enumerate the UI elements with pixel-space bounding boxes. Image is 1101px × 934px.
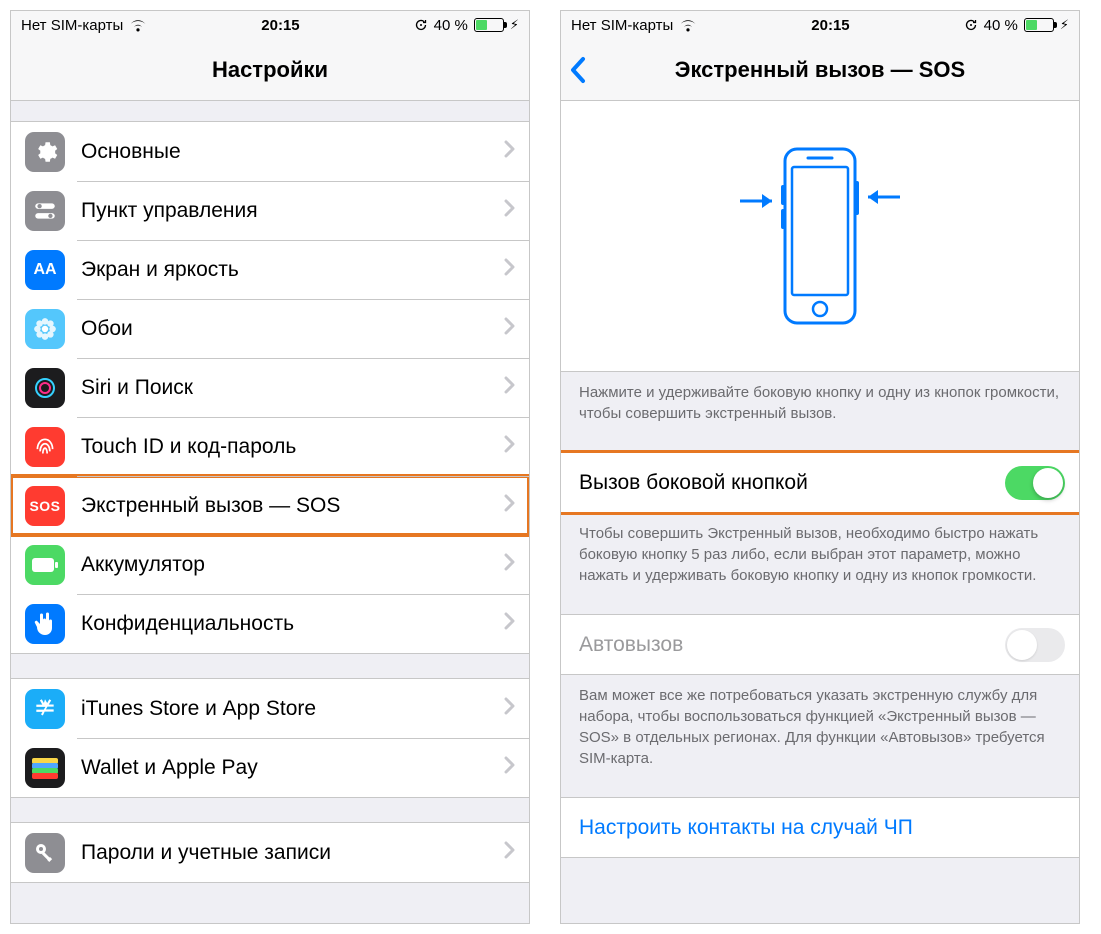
charging-icon: ⚡︎ bbox=[1060, 17, 1069, 33]
chevron-right-icon bbox=[503, 138, 515, 166]
settings-row-control-center[interactable]: Пункт управления bbox=[11, 181, 529, 240]
row-label: Аккумулятор bbox=[81, 553, 495, 577]
chevron-right-icon bbox=[503, 610, 515, 638]
chevron-right-icon bbox=[503, 754, 515, 782]
sos-icon: SOS bbox=[25, 486, 65, 526]
orientation-lock-icon bbox=[414, 18, 428, 32]
settings-row-wallpaper[interactable]: Обои bbox=[11, 299, 529, 358]
settings-row-touchid[interactable]: Touch ID и код-пароль bbox=[11, 417, 529, 476]
sos-screen: Нет SIM-карты 20:15 40 % ⚡︎ Экстренный в… bbox=[560, 10, 1080, 924]
link-label: Настроить контакты на случай ЧП bbox=[579, 816, 1065, 840]
auto-call-group: Автовызов bbox=[561, 614, 1079, 675]
privacy-icon bbox=[25, 604, 65, 644]
chevron-right-icon bbox=[503, 315, 515, 343]
row-label: Обои bbox=[81, 317, 495, 341]
side-button-call-row: Вызов боковой кнопкой bbox=[561, 452, 1079, 513]
settings-row-siri[interactable]: Siri и Поиск bbox=[11, 358, 529, 417]
sos-illustration bbox=[561, 101, 1079, 372]
wifi-icon bbox=[129, 19, 147, 32]
row-label: Siri и Поиск bbox=[81, 376, 495, 400]
status-bar: Нет SIM-карты 20:15 40 % ⚡︎ bbox=[561, 11, 1079, 39]
chevron-right-icon bbox=[503, 433, 515, 461]
settings-row-privacy[interactable]: Конфиденциальность bbox=[11, 594, 529, 653]
chevron-right-icon bbox=[503, 492, 515, 520]
row-label: Touch ID и код-пароль bbox=[81, 435, 495, 459]
settings-row-itunes[interactable]: iTunes Store и App Store bbox=[11, 679, 529, 738]
instruction-text-1: Нажмите и удерживайте боковую кнопку и о… bbox=[561, 372, 1079, 428]
chevron-right-icon bbox=[503, 695, 515, 723]
auto-call-toggle-row[interactable]: Автовызов bbox=[561, 615, 1079, 674]
battery-icon bbox=[1024, 18, 1054, 32]
auto-call-toggle[interactable] bbox=[1005, 628, 1065, 662]
wallet-icon bbox=[25, 748, 65, 788]
charging-icon: ⚡︎ bbox=[510, 17, 519, 33]
row-label: Конфиденциальность bbox=[81, 612, 495, 636]
settings-row-display[interactable]: AA Экран и яркость bbox=[11, 240, 529, 299]
row-label: Экстренный вызов — SOS bbox=[81, 494, 495, 518]
row-label: iTunes Store и App Store bbox=[81, 697, 495, 721]
siri-icon bbox=[25, 368, 65, 408]
row-label: Пароли и учетные записи bbox=[81, 841, 495, 865]
settings-row-wallet[interactable]: Wallet и Apple Pay bbox=[11, 738, 529, 797]
toggle-label: Автовызов bbox=[579, 633, 1005, 657]
settings-row-battery[interactable]: Аккумулятор bbox=[11, 535, 529, 594]
side-button-call-toggle[interactable] bbox=[1005, 466, 1065, 500]
instruction-text-3: Вам может все же потребоваться указать э… bbox=[561, 675, 1079, 773]
status-bar: Нет SIM-карты 20:15 40 % ⚡︎ bbox=[11, 11, 529, 39]
settings-row-passwords[interactable]: Пароли и учетные записи bbox=[11, 823, 529, 882]
settings-screen: Нет SIM-карты 20:15 40 % ⚡︎ Настройки Ос… bbox=[10, 10, 530, 924]
passwords-icon bbox=[25, 833, 65, 873]
chevron-right-icon bbox=[503, 256, 515, 284]
wallpaper-icon bbox=[25, 309, 65, 349]
battery-icon bbox=[25, 545, 65, 585]
battery-percent: 40 % bbox=[984, 17, 1018, 34]
settings-row-general[interactable]: Основные bbox=[11, 122, 529, 181]
status-time: 20:15 bbox=[811, 17, 849, 34]
carrier-text: Нет SIM-карты bbox=[21, 17, 123, 34]
side-button-call-toggle-row[interactable]: Вызов боковой кнопкой bbox=[561, 453, 1079, 512]
row-label: Wallet и Apple Pay bbox=[81, 756, 495, 780]
settings-row-sos[interactable]: SOS Экстренный вызов — SOS bbox=[11, 476, 529, 535]
control-center-icon bbox=[25, 191, 65, 231]
orientation-lock-icon bbox=[964, 18, 978, 32]
setup-emergency-contacts-row[interactable]: Настроить контакты на случай ЧП bbox=[561, 798, 1079, 857]
touchid-icon bbox=[25, 427, 65, 467]
chevron-right-icon bbox=[503, 839, 515, 867]
row-label: Экран и яркость bbox=[81, 258, 495, 282]
page-title: Экстренный вызов — SOS bbox=[675, 57, 965, 83]
instruction-text-2: Чтобы совершить Экстренный вызов, необхо… bbox=[561, 513, 1079, 590]
chevron-right-icon bbox=[503, 374, 515, 402]
general-icon bbox=[25, 132, 65, 172]
chevron-right-icon bbox=[503, 551, 515, 579]
row-label: Пункт управления bbox=[81, 199, 495, 223]
nav-bar: Экстренный вызов — SOS bbox=[561, 39, 1079, 101]
chevron-right-icon bbox=[503, 197, 515, 225]
row-label: Основные bbox=[81, 140, 495, 164]
nav-bar: Настройки bbox=[11, 39, 529, 101]
battery-percent: 40 % bbox=[434, 17, 468, 34]
settings-group: Пароли и учетные записи bbox=[11, 822, 529, 883]
carrier-text: Нет SIM-карты bbox=[571, 17, 673, 34]
settings-group: Основные Пункт управления AA Экран и яркост… bbox=[11, 121, 529, 654]
wifi-icon bbox=[679, 19, 697, 32]
back-button[interactable] bbox=[569, 39, 587, 100]
itunes-icon bbox=[25, 689, 65, 729]
settings-group: iTunes Store и App Store Wallet и Apple P… bbox=[11, 678, 529, 798]
emergency-contacts-group: Настроить контакты на случай ЧП bbox=[561, 797, 1079, 858]
battery-icon bbox=[474, 18, 504, 32]
toggle-label: Вызов боковой кнопкой bbox=[579, 471, 1005, 495]
status-time: 20:15 bbox=[261, 17, 299, 34]
display-icon: AA bbox=[25, 250, 65, 290]
page-title: Настройки bbox=[212, 57, 328, 83]
